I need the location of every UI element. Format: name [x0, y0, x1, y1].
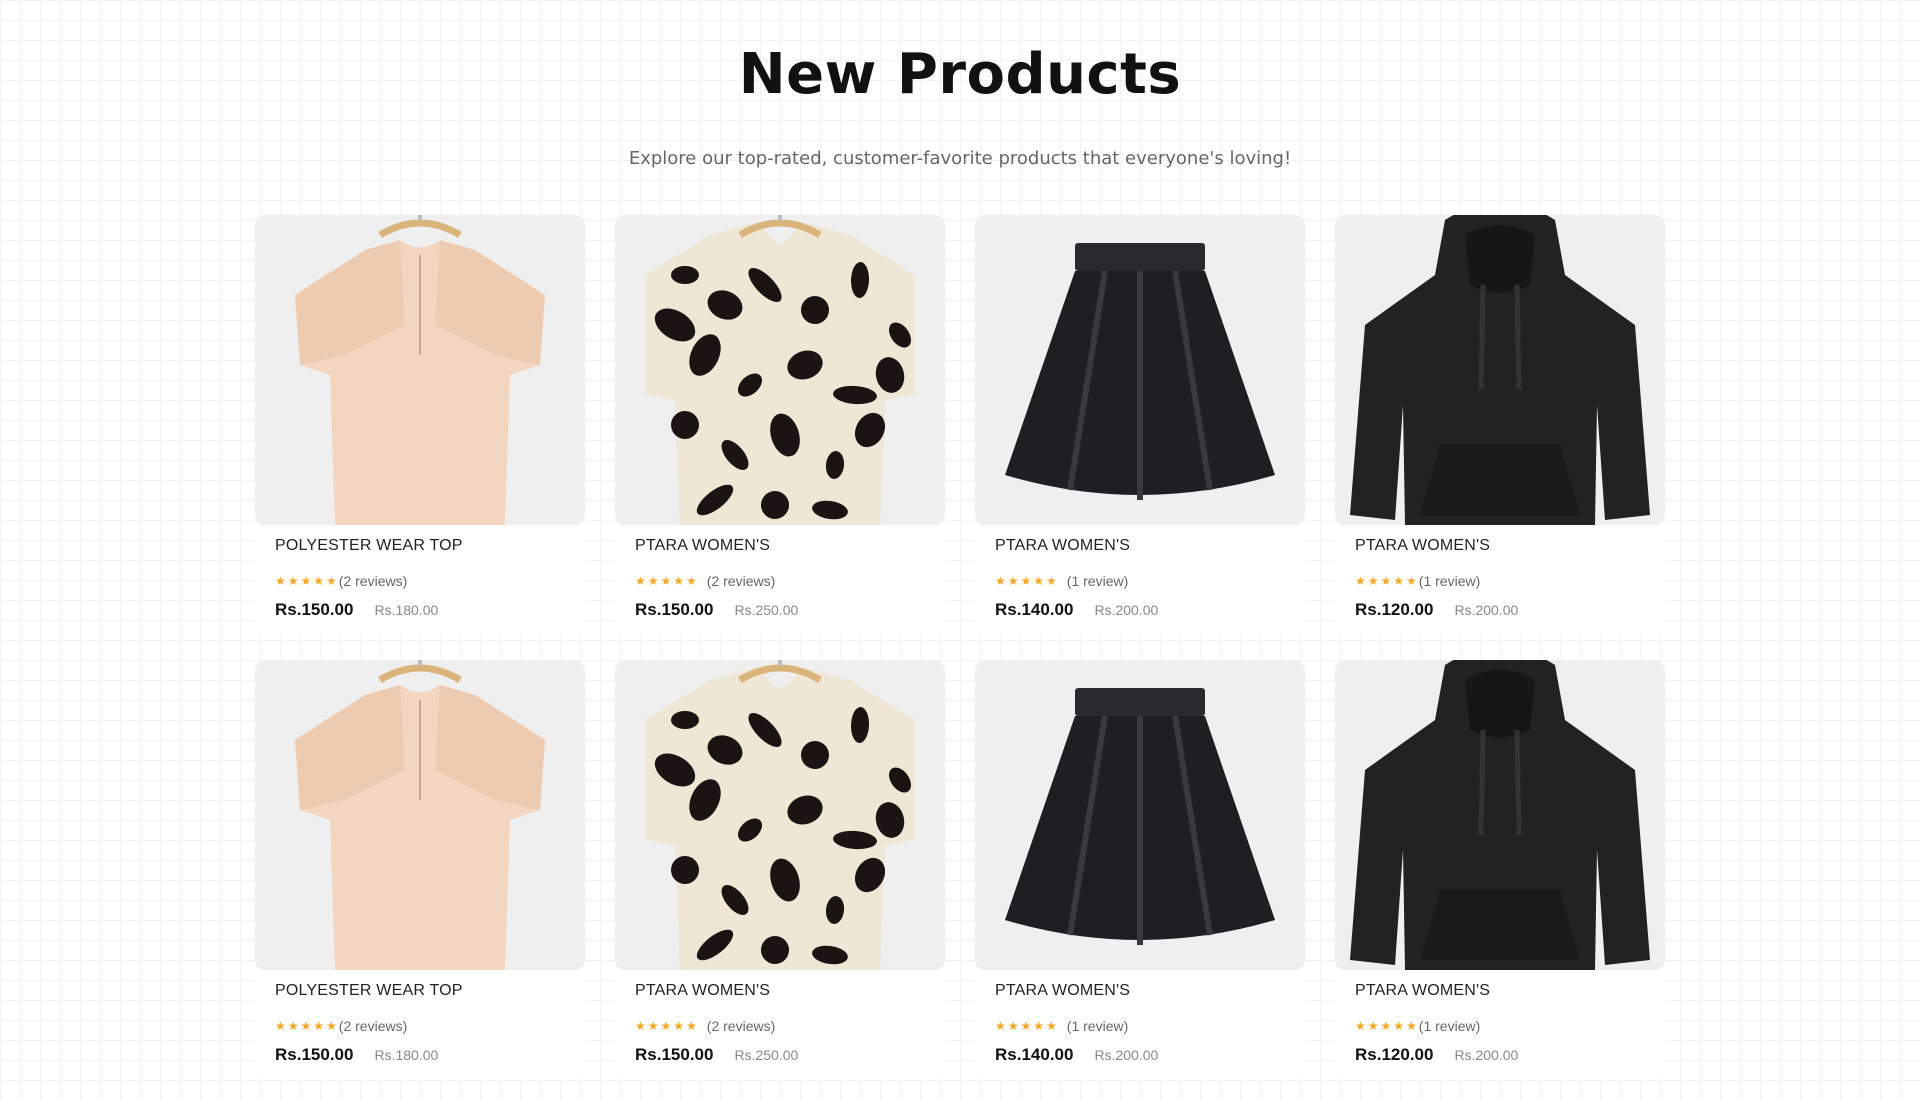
product-price: Rs.120.00	[1355, 1045, 1434, 1064]
product-price: Rs.150.00	[275, 600, 354, 619]
product-price: Rs.150.00	[635, 1045, 714, 1064]
price-row: Rs.150.00 Rs.180.00	[275, 1045, 565, 1065]
product-rating: ★★★★★ (1 review)	[1355, 572, 1645, 590]
page-subtitle: Explore our top-rated, customer-favorite…	[628, 148, 1292, 169]
price-row: Rs.150.00 Rs.180.00	[275, 600, 565, 620]
blouse-icon	[255, 215, 585, 525]
product-name[interactable]: PTARA WOMEN'S	[1355, 537, 1645, 559]
product-info: PTARA WOMEN'S ★★★★★ (2 reviews) Rs.150.0…	[615, 970, 945, 1065]
product-card[interactable]: PTARA WOMEN'S ★★★★★ (1 review) Rs.140.00…	[975, 660, 1305, 1080]
product-name[interactable]: POLYESTER WEAR TOP	[275, 537, 565, 559]
star-rating-icon: ★★★★★	[995, 574, 1059, 588]
product-info: POLYESTER WEAR TOP ★★★★★ (2 reviews) Rs.…	[255, 970, 585, 1065]
price-row: Rs.140.00 Rs.200.00	[995, 600, 1285, 620]
product-name[interactable]: PTARA WOMEN'S	[995, 537, 1285, 559]
product-card[interactable]: PTARA WOMEN'S ★★★★★ (2 reviews) Rs.150.0…	[615, 215, 945, 635]
product-info: POLYESTER WEAR TOP ★★★★★ (2 reviews) Rs.…	[255, 525, 585, 620]
product-old-price: Rs.180.00	[374, 1047, 439, 1063]
product-price: Rs.150.00	[275, 1045, 354, 1064]
product-info: PTARA WOMEN'S ★★★★★ (1 review) Rs.140.00…	[975, 970, 1305, 1065]
review-count: (2 reviews)	[338, 573, 408, 589]
product-price: Rs.140.00	[995, 600, 1074, 619]
review-count: (2 reviews)	[338, 1018, 408, 1034]
product-grid: POLYESTER WEAR TOP ★★★★★ (2 reviews) Rs.…	[255, 215, 1665, 1080]
product-rating: ★★★★★ (1 review)	[1355, 1017, 1645, 1035]
hoodie-icon	[1335, 660, 1665, 970]
product-rating: ★★★★★ (1 review)	[995, 572, 1285, 590]
product-card[interactable]: POLYESTER WEAR TOP ★★★★★ (2 reviews) Rs.…	[255, 660, 585, 1080]
product-old-price: Rs.250.00	[734, 602, 799, 618]
shirt-icon	[615, 215, 945, 525]
product-card[interactable]: PTARA WOMEN'S ★★★★★ (1 review) Rs.140.00…	[975, 215, 1305, 635]
price-row: Rs.120.00 Rs.200.00	[1355, 1045, 1645, 1065]
blouse-icon	[255, 660, 585, 970]
skirt-icon	[975, 215, 1305, 525]
product-old-price: Rs.200.00	[1454, 602, 1519, 618]
star-rating-icon: ★★★★★	[1355, 1019, 1419, 1033]
price-row: Rs.140.00 Rs.200.00	[995, 1045, 1285, 1065]
product-old-price: Rs.200.00	[1094, 602, 1159, 618]
product-old-price: Rs.200.00	[1094, 1047, 1159, 1063]
review-count: (2 reviews)	[706, 573, 776, 589]
product-image[interactable]	[1335, 215, 1665, 525]
product-rating: ★★★★★ (2 reviews)	[635, 572, 925, 590]
product-info: PTARA WOMEN'S ★★★★★ (1 review) Rs.120.00…	[1335, 970, 1665, 1065]
product-old-price: Rs.250.00	[734, 1047, 799, 1063]
product-name[interactable]: PTARA WOMEN'S	[635, 537, 925, 559]
review-count: (1 review)	[1066, 1018, 1129, 1034]
product-image[interactable]	[255, 660, 585, 970]
product-price: Rs.150.00	[635, 600, 714, 619]
price-row: Rs.150.00 Rs.250.00	[635, 600, 925, 620]
product-rating: ★★★★★ (2 reviews)	[635, 1017, 925, 1035]
product-card[interactable]: POLYESTER WEAR TOP ★★★★★ (2 reviews) Rs.…	[255, 215, 585, 635]
new-products-section: New Products Explore our top-rated, cust…	[0, 0, 1920, 1100]
product-image[interactable]	[1335, 660, 1665, 970]
price-row: Rs.150.00 Rs.250.00	[635, 1045, 925, 1065]
product-name[interactable]: POLYESTER WEAR TOP	[275, 982, 565, 1004]
review-count: (1 review)	[1066, 573, 1129, 589]
product-old-price: Rs.180.00	[374, 602, 439, 618]
product-card[interactable]: PTARA WOMEN'S ★★★★★ (1 review) Rs.120.00…	[1335, 215, 1665, 635]
product-image[interactable]	[975, 215, 1305, 525]
review-count: (2 reviews)	[706, 1018, 776, 1034]
product-card[interactable]: PTARA WOMEN'S ★★★★★ (1 review) Rs.120.00…	[1335, 660, 1665, 1080]
price-row: Rs.120.00 Rs.200.00	[1355, 600, 1645, 620]
product-rating: ★★★★★ (2 reviews)	[275, 1017, 565, 1035]
product-info: PTARA WOMEN'S ★★★★★ (1 review) Rs.120.00…	[1335, 525, 1665, 620]
product-card[interactable]: PTARA WOMEN'S ★★★★★ (2 reviews) Rs.150.0…	[615, 660, 945, 1080]
product-image[interactable]	[615, 660, 945, 970]
star-rating-icon: ★★★★★	[995, 1019, 1059, 1033]
product-price: Rs.120.00	[1355, 600, 1434, 619]
star-rating-icon: ★★★★★	[275, 1019, 339, 1033]
review-count: (1 review)	[1418, 573, 1481, 589]
product-info: PTARA WOMEN'S ★★★★★ (1 review) Rs.140.00…	[975, 525, 1305, 620]
shirt-icon	[615, 660, 945, 970]
product-rating: ★★★★★ (2 reviews)	[275, 572, 565, 590]
product-name[interactable]: PTARA WOMEN'S	[995, 982, 1285, 1004]
star-rating-icon: ★★★★★	[1355, 574, 1419, 588]
product-image[interactable]	[975, 660, 1305, 970]
product-price: Rs.140.00	[995, 1045, 1074, 1064]
product-name[interactable]: PTARA WOMEN'S	[1355, 982, 1645, 1004]
hoodie-icon	[1335, 215, 1665, 525]
product-name[interactable]: PTARA WOMEN'S	[635, 982, 925, 1004]
star-rating-icon: ★★★★★	[635, 1019, 699, 1033]
product-info: PTARA WOMEN'S ★★★★★ (2 reviews) Rs.150.0…	[615, 525, 945, 620]
product-rating: ★★★★★ (1 review)	[995, 1017, 1285, 1035]
skirt-icon	[975, 660, 1305, 970]
star-rating-icon: ★★★★★	[635, 574, 699, 588]
page-title: New Products	[738, 42, 1182, 107]
product-image[interactable]	[255, 215, 585, 525]
product-image[interactable]	[615, 215, 945, 525]
star-rating-icon: ★★★★★	[275, 574, 339, 588]
review-count: (1 review)	[1418, 1018, 1481, 1034]
product-old-price: Rs.200.00	[1454, 1047, 1519, 1063]
